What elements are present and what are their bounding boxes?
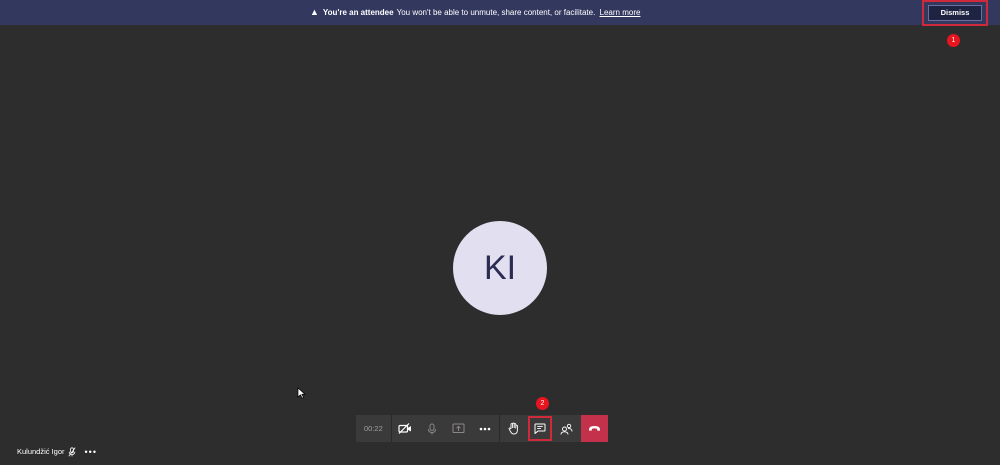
camera-toggle-button[interactable] bbox=[392, 415, 419, 442]
self-name: Kulundžić Igor bbox=[17, 447, 65, 456]
self-more-options-icon[interactable]: ••• bbox=[85, 446, 97, 458]
mic-muted-icon bbox=[68, 447, 76, 457]
camera-off-icon bbox=[398, 423, 412, 434]
hang-up-icon bbox=[589, 426, 601, 431]
banner-title: You're an attendee bbox=[322, 8, 394, 17]
more-actions-button[interactable] bbox=[472, 415, 499, 442]
dismiss-button[interactable]: Dismiss bbox=[928, 5, 982, 21]
learn-more-link[interactable]: Learn more bbox=[600, 8, 641, 17]
attendee-banner: ▲ You're an attendee You won't be able to … bbox=[0, 0, 1000, 26]
annotation-badge-1: 1 bbox=[947, 34, 960, 47]
share-icon bbox=[452, 423, 465, 433]
mouse-cursor-icon bbox=[297, 387, 306, 399]
call-controls: 00:22 bbox=[356, 415, 608, 442]
dismiss-highlight: Dismiss bbox=[922, 0, 988, 26]
mic-button[interactable] bbox=[418, 415, 445, 442]
self-participant-label: Kulundžić Igor ••• bbox=[17, 446, 97, 458]
share-content-button[interactable] bbox=[445, 415, 472, 442]
participants-button[interactable] bbox=[553, 415, 580, 442]
more-icon bbox=[480, 427, 491, 430]
hang-up-button[interactable] bbox=[581, 415, 608, 442]
warning-icon: ▲ bbox=[310, 7, 319, 17]
annotation-badge-2: 2 bbox=[536, 397, 549, 410]
mic-icon bbox=[427, 423, 436, 434]
chat-button[interactable] bbox=[527, 415, 554, 442]
raise-hand-icon bbox=[508, 422, 518, 435]
raise-hand-button[interactable] bbox=[500, 415, 527, 442]
participant-avatar: KI bbox=[453, 221, 547, 315]
banner-text: You won't be able to unmute, share conte… bbox=[396, 8, 596, 17]
chat-icon bbox=[534, 423, 546, 434]
participants-icon bbox=[560, 423, 573, 435]
call-timer: 00:22 bbox=[363, 424, 383, 433]
banner-message: ▲ You're an attendee You won't be able to … bbox=[310, 0, 640, 25]
